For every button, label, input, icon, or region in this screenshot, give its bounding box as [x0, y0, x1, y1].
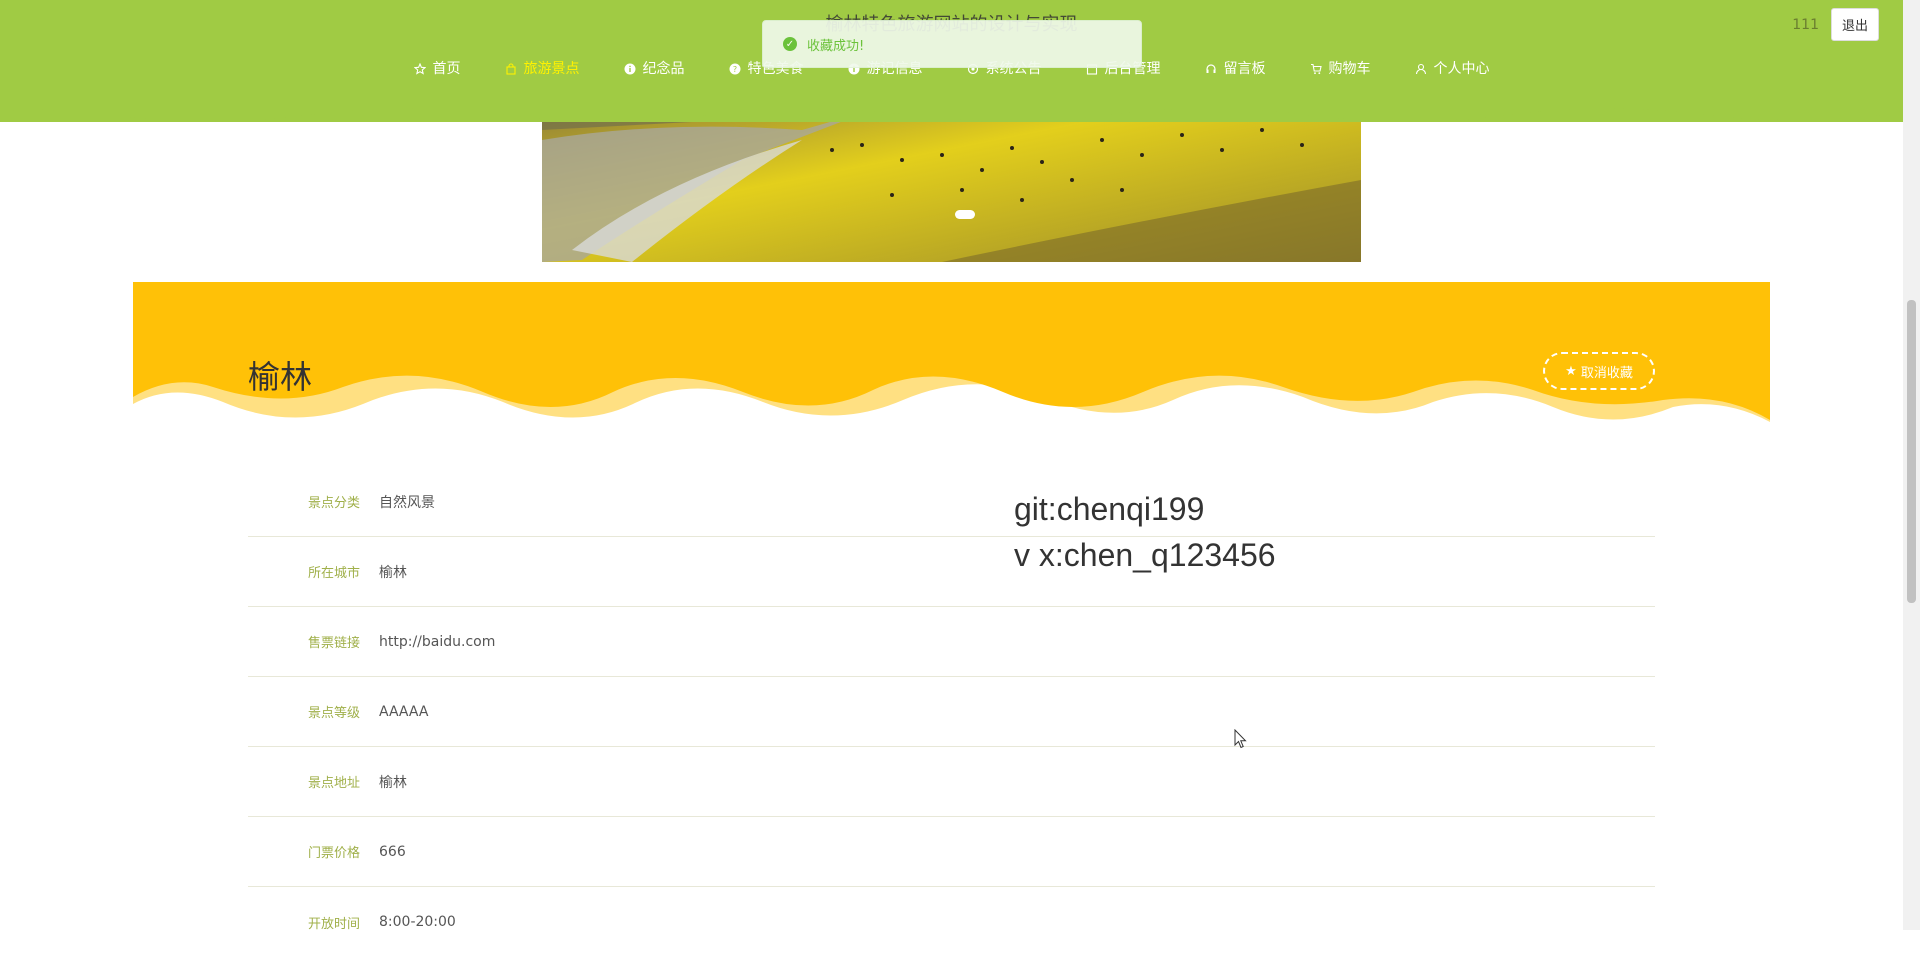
detail-row-city: 所在城市 榆林: [248, 537, 1655, 607]
detail-label: 门票价格: [307, 846, 360, 861]
watermark-text: git:chenqi199 v x:chen_q123456: [1014, 486, 1276, 578]
question-icon: ?: [729, 63, 742, 76]
check-circle-icon: ✓: [783, 37, 797, 51]
nav-item-home[interactable]: 首页: [392, 56, 483, 82]
attraction-detail-list: 景点分类 自然风景 所在城市 榆林 售票链接 http://baidu.com …: [248, 467, 1655, 957]
headset-icon: [1205, 63, 1218, 76]
unfavorite-label: 取消收藏: [1580, 365, 1633, 381]
info-icon: [624, 63, 637, 76]
detail-value: 8:00-20:00: [379, 914, 456, 930]
nav-item-label: 纪念品: [642, 61, 685, 77]
detail-value: 自然风景: [379, 494, 435, 511]
svg-text:?: ?: [733, 65, 737, 74]
detail-row-hours: 开放时间 8:00-20:00: [248, 887, 1655, 957]
star-filled-icon: ★: [1565, 363, 1577, 379]
detail-label: 景点地址: [307, 776, 360, 791]
star-icon: [414, 63, 427, 76]
logout-button[interactable]: 退出: [1830, 8, 1879, 41]
mouse-cursor-icon: [1234, 729, 1247, 749]
scrollbar-thumb[interactable]: [1907, 300, 1916, 603]
user-box: 111 退出: [1792, 8, 1879, 41]
detail-value: 榆林: [379, 564, 407, 581]
attraction-title: 榆林: [248, 358, 313, 396]
header-wave-background: [133, 282, 1770, 457]
cart-icon: [1310, 63, 1323, 76]
detail-value: 666: [379, 843, 406, 860]
navbar-wave-decoration: [0, 102, 1903, 122]
success-toast: ✓ 收藏成功!: [762, 20, 1142, 68]
detail-row-price: 门票价格 666: [248, 817, 1655, 887]
detail-header: 榆林 ★ 取消收藏: [133, 282, 1770, 457]
nav-item-label: 留言板: [1223, 61, 1266, 77]
nav-item-label: 购物车: [1328, 61, 1371, 77]
nav-item-guestbook[interactable]: 留言板: [1183, 56, 1288, 82]
detail-row-level: 景点等级 AAAAA: [248, 677, 1655, 747]
toast-message: 收藏成功!: [807, 38, 865, 54]
detail-label: 景点等级: [307, 706, 360, 721]
detail-row-address: 景点地址 榆林: [248, 747, 1655, 817]
ticket-link[interactable]: http://baidu.com: [379, 634, 495, 650]
username: 111: [1792, 16, 1819, 33]
unfavorite-button[interactable]: ★ 取消收藏: [1543, 352, 1655, 390]
nav-item-label: 个人中心: [1433, 61, 1490, 77]
detail-label: 售票链接: [307, 636, 360, 651]
page-scrollbar[interactable]: [1903, 0, 1920, 930]
detail-value: AAAAA: [379, 703, 429, 720]
detail-label: 景点分类: [307, 496, 360, 511]
detail-label: 所在城市: [307, 566, 360, 581]
nav-item-label: 首页: [432, 61, 461, 77]
detail-label: 开放时间: [307, 916, 360, 932]
detail-row-category: 景点分类 自然风景: [248, 467, 1655, 537]
nav-item-cart[interactable]: 购物车: [1288, 56, 1393, 82]
nav-item-label: 旅游景点: [523, 61, 580, 77]
watermark-line: git:chenqi199: [1014, 491, 1205, 527]
nav-item-attractions[interactable]: 旅游景点: [483, 56, 602, 82]
carousel-indicator[interactable]: [955, 210, 975, 219]
bag-icon: [505, 63, 518, 76]
nav-item-souvenirs[interactable]: 纪念品: [602, 56, 707, 82]
nav-item-profile[interactable]: 个人中心: [1393, 56, 1512, 82]
detail-value: 榆林: [379, 774, 407, 791]
detail-row-ticket-link: 售票链接 http://baidu.com: [248, 607, 1655, 677]
watermark-line: v x:chen_q123456: [1014, 537, 1276, 573]
user-icon: [1415, 63, 1428, 76]
